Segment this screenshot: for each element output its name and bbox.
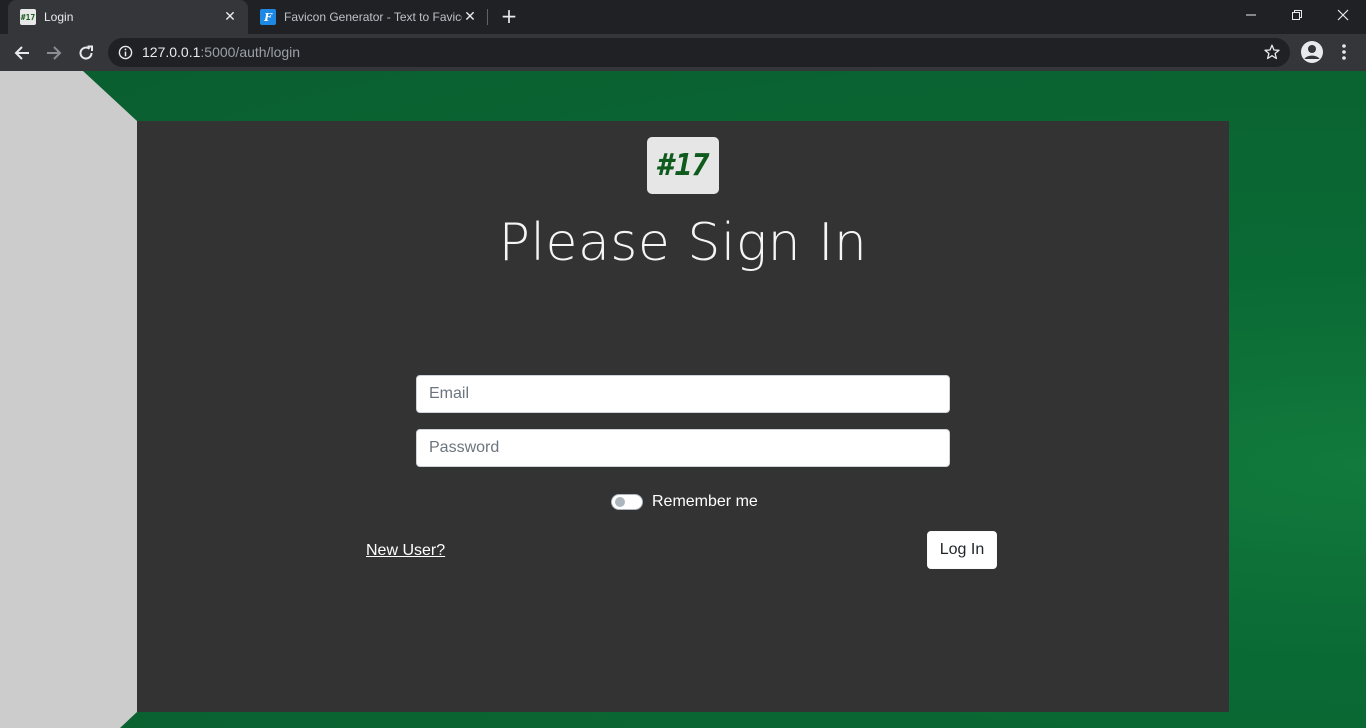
- profile-avatar-icon[interactable]: [1300, 40, 1324, 64]
- tab-title: Favicon Generator - Text to Favicon: [284, 10, 462, 24]
- password-field[interactable]: [416, 429, 950, 467]
- url-path: :5000/auth/login: [200, 44, 301, 60]
- page-title: Please Sign In: [498, 213, 868, 273]
- browser-toolbar: 127.0.0.1:5000/auth/login: [0, 34, 1366, 71]
- login-button[interactable]: Log In: [927, 531, 997, 569]
- forward-arrow-icon[interactable]: [41, 40, 67, 66]
- bookmark-star-icon[interactable]: [1264, 44, 1280, 60]
- tab-favicon-login: #17: [20, 9, 36, 25]
- more-menu-icon[interactable]: [1336, 42, 1352, 62]
- plus-icon[interactable]: +: [499, 6, 519, 26]
- tab-favicon-generator[interactable]: F Favicon Generator - Text to Favicon ✕: [248, 0, 488, 34]
- side-panel: [0, 71, 137, 728]
- tab-title: Login: [44, 10, 74, 24]
- info-icon[interactable]: [118, 45, 133, 60]
- tab-favicon-generator-icon: F: [260, 9, 276, 25]
- logo-text: #17: [657, 148, 709, 183]
- window-close-icon[interactable]: [1320, 0, 1366, 30]
- minimize-icon[interactable]: [1228, 0, 1274, 30]
- site-logo: #17: [647, 137, 719, 194]
- new-user-link[interactable]: New User?: [366, 542, 445, 560]
- tab-separator: [487, 9, 488, 25]
- address-bar[interactable]: 127.0.0.1:5000/auth/login: [108, 38, 1290, 67]
- url-host: 127.0.0.1: [142, 44, 201, 60]
- close-icon[interactable]: ✕: [462, 9, 478, 25]
- email-field[interactable]: [416, 375, 950, 413]
- page-viewport: #17 Please Sign In Remember me New User?…: [0, 71, 1366, 728]
- tab-login[interactable]: #17 Login ✕: [8, 0, 248, 34]
- close-icon[interactable]: ✕: [222, 9, 238, 25]
- restore-icon[interactable]: [1274, 0, 1320, 30]
- url-text[interactable]: 127.0.0.1:5000/auth/login: [142, 44, 300, 60]
- tab-strip: #17 Login ✕ F Favicon Generator - Text t…: [0, 0, 1366, 34]
- remember-me-label: Remember me: [652, 493, 758, 510]
- remember-me-toggle[interactable]: Remember me: [611, 493, 758, 511]
- toggle-switch[interactable]: [611, 494, 643, 510]
- toggle-knob: [615, 497, 625, 507]
- back-arrow-icon[interactable]: [9, 40, 35, 66]
- login-card: #17 Please Sign In Remember me New User?…: [137, 121, 1229, 712]
- reload-icon[interactable]: [73, 40, 99, 66]
